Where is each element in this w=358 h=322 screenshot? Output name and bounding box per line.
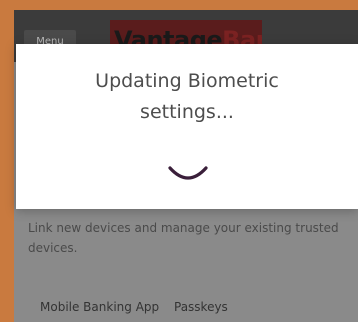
tab-bar: Mobile Banking App Passkeys [28,292,358,322]
tab-mobile-banking-app[interactable]: Mobile Banking App [32,292,170,322]
modal-title: Updating Biometric settings... [95,70,279,123]
loading-modal: Updating Biometric settings... [16,44,358,209]
screen-frame: Menu VantageBank Link new devices and ma… [0,0,358,322]
page-description: Link new devices and manage your existin… [28,221,339,255]
loading-spinner-icon [166,162,210,186]
tab-passkeys[interactable]: Passkeys [174,292,228,322]
spinner-arc [168,166,208,180]
